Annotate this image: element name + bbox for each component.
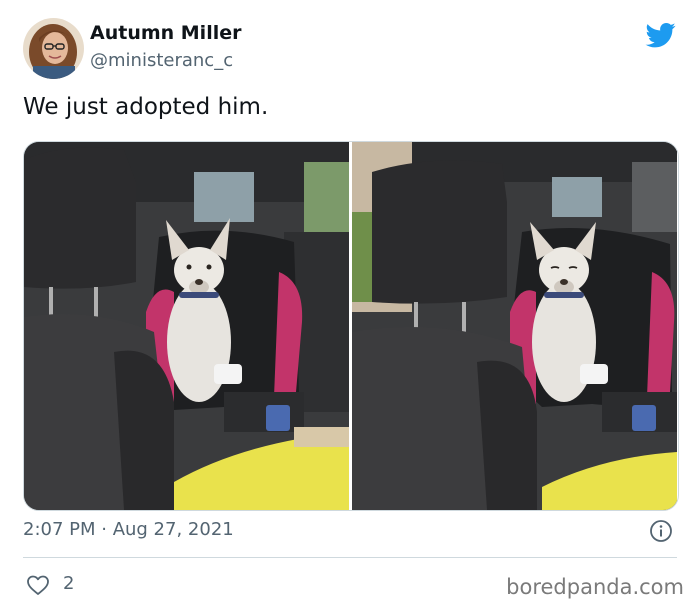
heart-icon[interactable]: [26, 573, 50, 597]
tweet-timestamp[interactable]: 2:07 PM · Aug 27, 2021: [23, 519, 234, 540]
like-count: 2: [63, 573, 75, 594]
author-name[interactable]: Autumn Miller: [90, 22, 241, 44]
photo-dog-left[interactable]: [24, 142, 349, 510]
tweet-text: We just adopted him.: [23, 94, 269, 120]
watermark: boredpanda.com: [506, 575, 684, 599]
info-icon[interactable]: [649, 519, 673, 543]
author-handle[interactable]: @ministeranc_c: [90, 50, 233, 71]
divider: [23, 557, 677, 558]
media-grid: [23, 141, 679, 511]
avatar[interactable]: [23, 18, 84, 79]
twitter-bird-icon[interactable]: [644, 20, 678, 50]
photo-dog-right[interactable]: [352, 142, 677, 510]
